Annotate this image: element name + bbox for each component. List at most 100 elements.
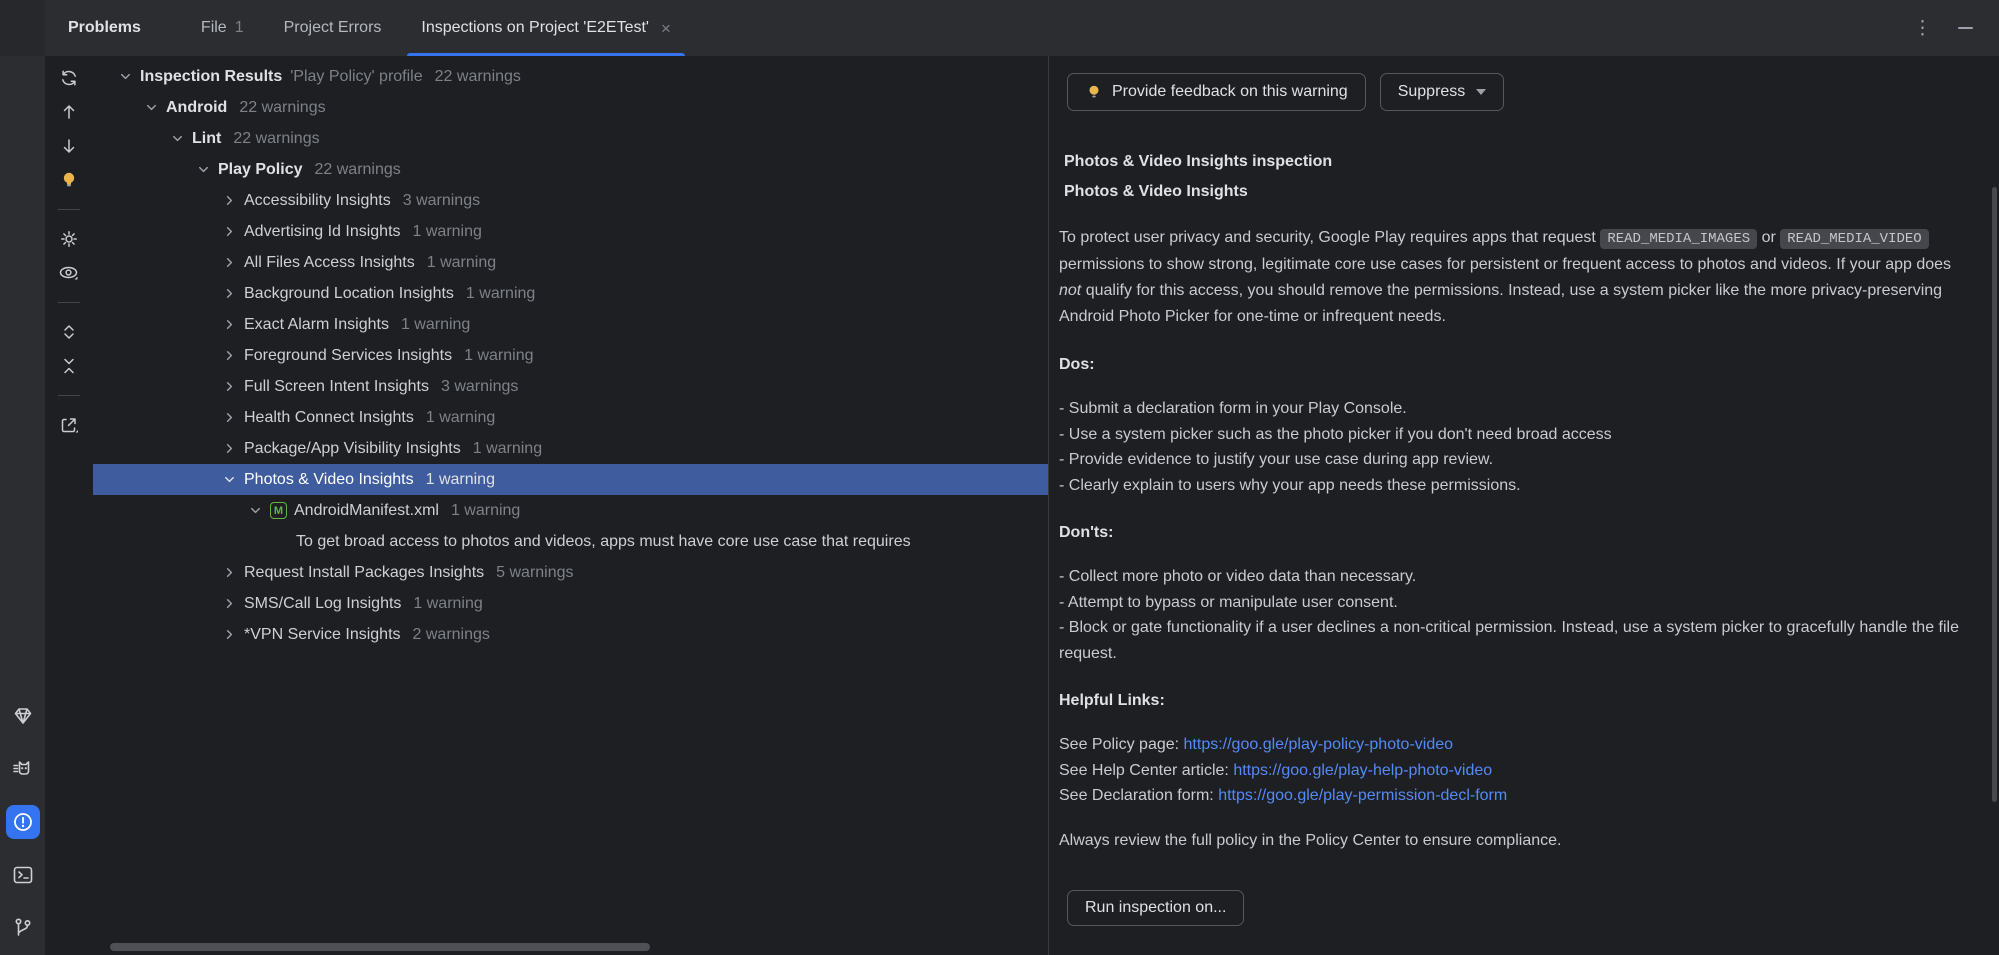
tab-project-errors[interactable]: Project Errors (264, 0, 402, 56)
titlebar-actions: ⋮ (1913, 17, 1973, 40)
vertical-scrollbar-thumb[interactable] (1992, 187, 1997, 802)
helpful-links: See Policy page: https://goo.gle/play-po… (1059, 732, 1974, 809)
chevron-right-icon[interactable] (222, 379, 244, 394)
warning-count: 1 warning (401, 316, 470, 334)
tree-row[interactable]: Play Policy22 warnings (93, 154, 1048, 185)
tree-row[interactable]: Foreground Services Insights1 warning (93, 340, 1048, 371)
donts-list: - Collect more photo or video data than … (1059, 564, 1974, 666)
warning-count: 1 warning (413, 223, 482, 241)
problems-icon[interactable] (6, 805, 40, 839)
chevron-down-icon[interactable] (196, 162, 218, 177)
toolbar-separator (58, 302, 80, 303)
policy-link[interactable]: https://goo.gle/play-permission-decl-for… (1218, 787, 1507, 804)
tree-row[interactable]: Background Location Insights1 warning (93, 278, 1048, 309)
chevron-right-icon[interactable] (222, 193, 244, 208)
tree-row[interactable]: *VPN Service Insights2 warnings (93, 619, 1048, 650)
chevron-down-icon[interactable] (170, 131, 192, 146)
chevron-down-icon[interactable] (222, 472, 244, 487)
tree-row[interactable]: Inspection Results'Play Policy' profile2… (93, 61, 1048, 92)
tab-bar: File 1 Project Errors Inspections on Pro… (181, 0, 691, 56)
inspection-title: Photos & Video Insights inspection (1064, 147, 1974, 177)
list-item: - Use a system picker such as the photo … (1059, 422, 1974, 448)
tree-message-row[interactable]: To get broad access to photos and videos… (93, 526, 1048, 557)
tree-toolbar (45, 56, 93, 955)
inspection-tree: Inspection Results'Play Policy' profile2… (93, 56, 1048, 955)
collapse-all-icon[interactable] (55, 352, 83, 380)
description-text: qualify for this access, you should remo… (1059, 282, 1942, 325)
provide-feedback-button[interactable]: Provide feedback on this warning (1067, 73, 1366, 111)
terminal-icon[interactable] (6, 858, 40, 892)
gem-icon[interactable] (6, 699, 40, 733)
warning-count: 1 warning (464, 347, 533, 365)
warning-count: 5 warnings (496, 564, 573, 582)
view-options-eye-icon[interactable] (55, 259, 83, 287)
chevron-right-icon[interactable] (222, 224, 244, 239)
titlebar-corner (0, 0, 45, 56)
donts-title: Don'ts: (1059, 520, 1974, 546)
link-prefix: See Help Center article: (1059, 762, 1233, 779)
list-item: - Collect more photo or video data than … (1059, 564, 1974, 590)
hide-tool-window-icon[interactable] (1958, 27, 1973, 29)
list-item: - Provide evidence to justify your use c… (1059, 447, 1974, 473)
expand-all-icon[interactable] (55, 318, 83, 346)
tree-row-label: Advertising Id Insights (244, 223, 401, 241)
tool-window-title: Problems (68, 19, 141, 37)
chevron-right-icon[interactable] (222, 441, 244, 456)
policy-link[interactable]: https://goo.gle/play-help-photo-video (1233, 762, 1492, 779)
tree-row[interactable]: Exact Alarm Insights1 warning (93, 309, 1048, 340)
description-text: To protect user privacy and security, Go… (1059, 229, 1600, 246)
tab-file-count: 1 (235, 19, 244, 37)
tree-row[interactable]: Accessibility Insights3 warnings (93, 185, 1048, 216)
tab-inspections[interactable]: Inspections on Project 'E2ETest' × (401, 0, 691, 56)
tree-row[interactable]: Lint22 warnings (93, 123, 1048, 154)
chevron-down-icon[interactable] (118, 69, 140, 84)
open-in-editor-icon[interactable] (55, 411, 83, 439)
tree-row[interactable]: Health Connect Insights1 warning (93, 402, 1048, 433)
link-prefix: See Policy page: (1059, 736, 1184, 753)
chevron-right-icon[interactable] (222, 317, 244, 332)
chevron-right-icon[interactable] (222, 348, 244, 363)
logcat-icon[interactable] (6, 752, 40, 786)
horizontal-scrollbar-thumb[interactable] (110, 943, 650, 951)
warning-count: 22 warnings (233, 130, 319, 148)
suppress-button[interactable]: Suppress (1380, 73, 1505, 111)
tree-row-label: SMS/Call Log Insights (244, 595, 401, 613)
tree-row[interactable]: All Files Access Insights1 warning (93, 247, 1048, 278)
run-inspection-button[interactable]: Run inspection on... (1067, 890, 1244, 926)
chevron-right-icon[interactable] (222, 627, 244, 642)
chevron-right-icon[interactable] (222, 255, 244, 270)
tree-row[interactable]: Full Screen Intent Insights3 warnings (93, 371, 1048, 402)
tree-row-label: Photos & Video Insights (244, 471, 414, 489)
version-control-icon[interactable] (6, 911, 40, 945)
more-options-icon[interactable]: ⋮ (1913, 17, 1932, 40)
tree-row-label: All Files Access Insights (244, 254, 415, 272)
warning-count: 1 warning (451, 502, 520, 520)
tree-row[interactable]: MAndroidManifest.xml1 warning (93, 495, 1048, 526)
tree-row[interactable]: Request Install Packages Insights5 warni… (93, 557, 1048, 588)
link-prefix: See Declaration form: (1059, 787, 1218, 804)
chevron-right-icon[interactable] (222, 596, 244, 611)
tree-row-label: Play Policy (218, 161, 303, 179)
close-tab-icon[interactable]: × (661, 20, 671, 37)
quick-fix-bulb-icon[interactable] (55, 166, 83, 194)
tree-row[interactable]: Package/App Visibility Insights1 warning (93, 433, 1048, 464)
chevron-down-icon[interactable] (144, 100, 166, 115)
tree-row[interactable]: SMS/Call Log Insights 1 warning (93, 588, 1048, 619)
toolbar-separator (58, 395, 80, 396)
policy-link[interactable]: https://goo.gle/play-policy-photo-video (1184, 736, 1454, 753)
settings-gear-icon[interactable] (55, 225, 83, 253)
tree-row[interactable]: Android22 warnings (93, 92, 1048, 123)
chevron-right-icon[interactable] (222, 410, 244, 425)
warning-count: 1 warning (413, 595, 482, 613)
tree-row[interactable]: Photos & Video Insights1 warning (93, 464, 1048, 495)
arrow-up-icon[interactable] (55, 98, 83, 126)
tab-file[interactable]: File 1 (181, 0, 264, 56)
chevron-down-icon[interactable] (248, 503, 270, 518)
arrow-down-icon[interactable] (55, 132, 83, 160)
refresh-icon[interactable] (55, 64, 83, 92)
link-line: See Help Center article: https://goo.gle… (1059, 758, 1974, 784)
chevron-right-icon[interactable] (222, 286, 244, 301)
tree-row[interactable]: Advertising Id Insights 1 warning (93, 216, 1048, 247)
warning-count: 22 warnings (435, 68, 521, 86)
chevron-right-icon[interactable] (222, 565, 244, 580)
